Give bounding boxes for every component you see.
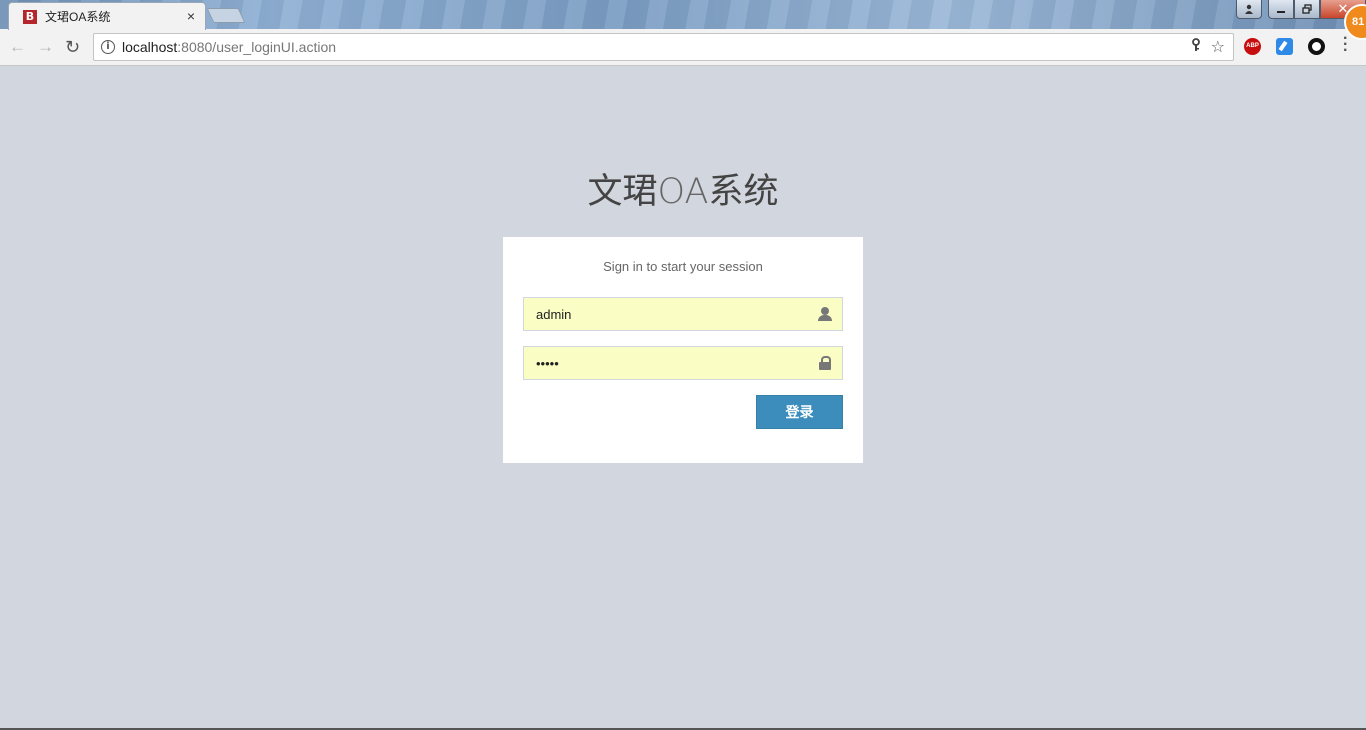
- browser-toolbar: ← → ↻ i localhost:8080/user_loginUI.acti…: [0, 29, 1366, 66]
- new-tab-button[interactable]: [206, 8, 246, 23]
- password-field-wrapper: [523, 346, 843, 380]
- logo-part-3: 系统: [708, 172, 779, 212]
- forward-arrow-icon[interactable]: →: [37, 37, 54, 57]
- tab-close-icon[interactable]: ×: [187, 8, 195, 24]
- page-title: 文珺OA系统: [0, 163, 1366, 214]
- site-info-icon[interactable]: i: [101, 40, 115, 54]
- url-text[interactable]: localhost:8080/user_loginUI.action: [122, 39, 336, 55]
- user-icon: [818, 307, 832, 322]
- logo-part-2: OA: [657, 172, 709, 212]
- username-input[interactable]: [524, 298, 842, 330]
- logo-part-1: 文珺: [587, 172, 658, 212]
- address-bar[interactable]: i localhost:8080/user_loginUI.action ☆: [93, 33, 1234, 61]
- lock-icon: [818, 356, 832, 371]
- url-path: :8080/user_loginUI.action: [177, 39, 337, 55]
- browser-tab-active[interactable]: B 文珺OA系统 ×: [8, 2, 206, 30]
- circle-extension-icon[interactable]: [1308, 38, 1325, 55]
- restore-button[interactable]: [1294, 0, 1320, 19]
- blue-extension-icon[interactable]: [1276, 38, 1293, 55]
- login-box: Sign in to start your session 登录: [503, 237, 863, 463]
- profile-button[interactable]: [1236, 0, 1262, 19]
- browser-menu-icon[interactable]: · · ·: [1343, 31, 1348, 59]
- username-field-wrapper: [523, 297, 843, 331]
- password-key-icon[interactable]: [1191, 38, 1201, 55]
- site-favicon-icon: B: [23, 9, 37, 24]
- login-message: Sign in to start your session: [603, 259, 763, 274]
- login-button[interactable]: 登录: [756, 395, 843, 429]
- tab-title: 文珺OA系统: [45, 10, 111, 24]
- adblock-extension-icon[interactable]: ABP: [1244, 38, 1261, 55]
- restore-icon: [1302, 4, 1312, 14]
- back-arrow-icon[interactable]: ←: [9, 37, 26, 57]
- minimize-button[interactable]: [1268, 0, 1294, 19]
- url-host: localhost: [122, 39, 178, 55]
- person-icon: [1245, 4, 1253, 14]
- bookmark-star-icon[interactable]: ☆: [1211, 37, 1225, 57]
- reload-icon[interactable]: ↻: [65, 37, 80, 57]
- password-input[interactable]: [524, 347, 842, 379]
- minimize-icon: [1277, 11, 1285, 13]
